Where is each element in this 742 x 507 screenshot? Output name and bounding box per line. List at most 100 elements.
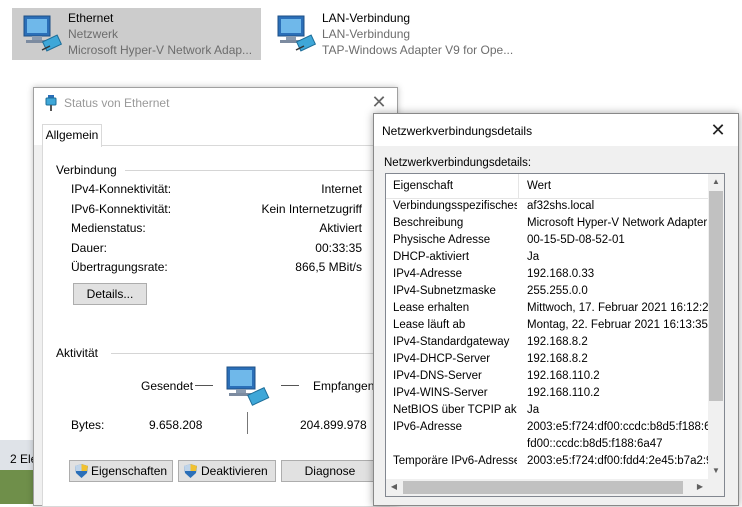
bytes-label: Bytes: — [71, 418, 105, 432]
list-header: Eigenschaft Wert — [386, 174, 708, 199]
property-cell: IPv4-Subnetzmaske — [393, 285, 496, 297]
value-cell: 192.168.0.33 — [527, 268, 595, 280]
table-row[interactable]: fd00::ccdc:b8d5:f188:6a47 — [386, 437, 708, 454]
value-cell: Ja — [527, 251, 540, 263]
value-cell: af32shs.local — [527, 200, 595, 212]
shield-icon — [75, 464, 88, 478]
property-cell: IPv4-Standardgateway — [393, 336, 510, 348]
bytes-sent-value: 9.658.208 — [149, 418, 203, 432]
connection-adapter: Microsoft Hyper-V Network Adap... — [68, 43, 253, 57]
disable-label: Deaktivieren — [201, 464, 268, 478]
network-adapter-icon — [274, 12, 320, 56]
dialog-title: Netzwerkverbindungsdetails — [382, 124, 533, 138]
properties-button[interactable]: Eigenschaften — [69, 460, 173, 482]
property-cell: DHCP-aktiviert — [393, 251, 470, 263]
scroll-right-icon[interactable]: ▶ — [692, 479, 708, 495]
table-row[interactable]: IPv4-WINS-Server 192.168.110.2 — [386, 386, 708, 403]
property-cell: NetBIOS über TCPIP ak... — [393, 404, 517, 416]
column-header-value[interactable]: Wert — [527, 180, 551, 192]
received-line — [281, 385, 299, 386]
property-cell: Lease läuft ab — [393, 319, 466, 331]
details-caption: Netzwerkverbindungsdetails: — [384, 157, 532, 169]
network-activity-icon — [223, 363, 273, 412]
activity-group-label: Aktivität — [56, 346, 99, 360]
horizontal-scrollbar[interactable]: ◀ ▶ — [386, 479, 724, 496]
vertical-scrollbar[interactable]: ▲ ▼ — [708, 174, 724, 479]
column-separator[interactable] — [518, 174, 519, 198]
horizontal-scroll-thumb[interactable] — [403, 481, 683, 494]
table-row[interactable]: NetBIOS über TCPIP ak... Ja — [386, 403, 708, 420]
ipv4-connectivity-label: IPv4-Konnektivität: — [71, 182, 172, 196]
table-row[interactable]: Temporäre IPv6-Adresse 2003:e5:f724:df00:… — [386, 454, 708, 471]
sent-line — [195, 385, 213, 386]
property-cell: Physische Adresse — [393, 234, 491, 246]
ethernet-status-dialog: Status von Ethernet ✕ Allgemein Verbindu… — [33, 87, 398, 507]
tab-general[interactable]: Allgemein — [42, 124, 102, 147]
table-row[interactable]: DHCP-aktiviert Ja — [386, 250, 708, 267]
media-status-label: Medienstatus: — [71, 221, 146, 235]
speed-label: Übertragungsrate: — [71, 260, 168, 274]
details-button[interactable]: Details... — [73, 283, 147, 305]
value-cell: 192.168.110.2 — [527, 370, 600, 382]
connection-item-ethernet[interactable]: Ethernet Netzwerk Microsoft Hyper-V Netw… — [12, 8, 261, 60]
speed-value: 866,5 MBit/s — [295, 260, 362, 274]
general-tab-panel: Verbindung IPv4-Konnektivität: Internet … — [42, 145, 390, 507]
table-row[interactable]: IPv6-Adresse 2003:e5:f724:df00:ccdc:b8d5:… — [386, 420, 708, 437]
table-row[interactable]: IPv4-Subnetzmaske 255.255.0.0 — [386, 284, 708, 301]
table-row[interactable]: Verbindungsspezifisches... af32shs.local — [386, 199, 708, 216]
property-cell: IPv4-DNS-Server — [393, 370, 482, 382]
property-cell: IPv4-WINS-Server — [393, 387, 488, 399]
value-cell: 2003:e5:f724:df00:fdd4:2e45:b7a2:9255 — [527, 455, 708, 467]
table-row[interactable]: Lease erhalten Mittwoch, 17. Februar 2021… — [386, 301, 708, 318]
connection-name: LAN-Verbindung — [322, 11, 411, 25]
property-cell: Temporäre IPv6-Adresse — [393, 455, 517, 467]
property-cell: Lease erhalten — [393, 302, 470, 314]
scroll-up-icon[interactable]: ▲ — [708, 174, 724, 190]
connection-adapter: TAP-Windows Adapter V9 for Ope... — [322, 43, 514, 57]
duration-value: 00:33:35 — [315, 241, 362, 255]
value-cell: 2003:e5:f724:df00:ccdc:b8d5:f188:6a47 — [527, 421, 708, 433]
value-cell: Ja — [527, 404, 540, 416]
ipv4-connectivity-value: Internet — [321, 182, 362, 196]
dialog-title: Status von Ethernet — [64, 96, 170, 110]
connection-group-label: Verbindung — [56, 163, 117, 177]
vertical-scroll-thumb[interactable] — [709, 191, 723, 401]
table-row[interactable]: Beschreibung Microsoft Hyper-V Network Ad… — [386, 216, 708, 233]
bytes-received-value: 204.899.978 — [300, 418, 367, 432]
table-row[interactable]: Physische Adresse 00-15-5D-08-52-01 — [386, 233, 708, 250]
network-adapter-icon — [20, 12, 66, 56]
dialog-titlebar[interactable]: Netzwerkverbindungsdetails ✕ — [374, 114, 738, 146]
connection-status: LAN-Verbindung — [322, 27, 411, 41]
property-cell: IPv4-Adresse — [393, 268, 463, 280]
property-cell: IPv6-Adresse — [393, 421, 463, 433]
scroll-left-icon[interactable]: ◀ — [386, 479, 402, 495]
scroll-down-icon[interactable]: ▼ — [708, 463, 724, 479]
column-header-property[interactable]: Eigenschaft — [393, 180, 453, 192]
duration-label: Dauer: — [71, 241, 108, 255]
table-row[interactable]: IPv4-Standardgateway 192.168.8.2 — [386, 335, 708, 352]
property-cell: IPv4-DHCP-Server — [393, 353, 491, 365]
properties-label: Eigenschaften — [91, 464, 168, 478]
group-divider — [111, 353, 375, 354]
disable-button[interactable]: Deaktivieren — [178, 460, 276, 482]
ipv6-connectivity-value: Kein Internetzugriff — [261, 202, 362, 216]
table-row[interactable]: Lease läuft ab Montag, 22. Februar 2021 1… — [386, 318, 708, 335]
connection-item-lan[interactable]: LAN-Verbindung LAN-Verbindung TAP-Window… — [266, 8, 526, 60]
value-cell: 192.168.8.2 — [527, 353, 588, 365]
shield-icon — [184, 464, 197, 478]
dialog-titlebar[interactable]: Status von Ethernet ✕ — [34, 88, 397, 118]
value-cell: 00-15-5D-08-52-01 — [527, 234, 625, 246]
close-button[interactable]: ✕ — [708, 120, 728, 140]
value-cell: 192.168.110.2 — [527, 387, 600, 399]
value-cell: Montag, 22. Februar 2021 16:13:35 — [527, 319, 708, 331]
diagnose-button[interactable]: Diagnose — [281, 460, 379, 482]
table-row[interactable]: IPv4-DNS-Server 192.168.110.2 — [386, 369, 708, 386]
table-row[interactable]: IPv4-Adresse 192.168.0.33 — [386, 267, 708, 284]
value-cell: Mittwoch, 17. Februar 2021 16:12:21 — [527, 302, 708, 314]
value-cell: 192.168.8.2 — [527, 336, 588, 348]
connection-name: Ethernet — [68, 11, 114, 25]
close-button[interactable]: ✕ — [369, 92, 389, 112]
table-row[interactable]: IPv4-DHCP-Server 192.168.8.2 — [386, 352, 708, 369]
details-list[interactable]: Eigenschaft Wert Verbindungsspezifisches… — [385, 173, 725, 497]
received-label: Empfangen — [313, 379, 375, 393]
